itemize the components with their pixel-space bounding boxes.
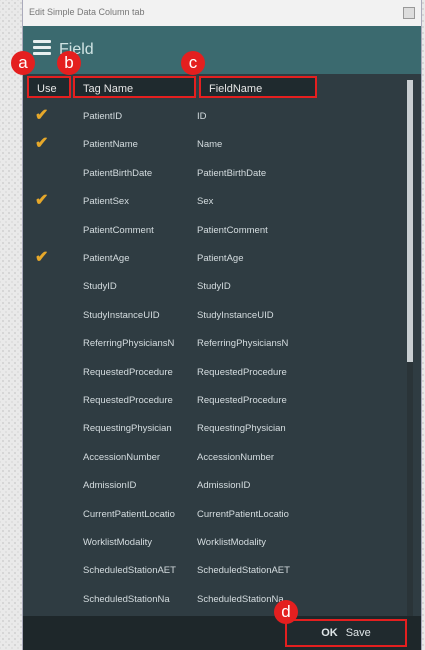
tag-name-cell: RequestedProcedure: [83, 366, 173, 378]
tag-name-cell: PatientBirthDate: [83, 167, 153, 179]
window-close-button[interactable]: [403, 7, 415, 19]
annotation-badge-d: d: [274, 600, 298, 624]
ok-save-button[interactable]: OK Save: [285, 619, 407, 647]
tag-name-cell: StudyID: [83, 281, 117, 293]
tag-name-cell: PatientID: [83, 111, 123, 122]
table-row[interactable]: StudyID StudyID: [29, 274, 407, 300]
field-name-cell[interactable]: Sex: [197, 196, 347, 207]
table-row[interactable]: ✔ PatientID ID: [29, 104, 407, 130]
table-row[interactable]: ScheduledStationAET ScheduledStationAET: [29, 558, 407, 584]
field-name-cell[interactable]: AdmissionID: [197, 480, 347, 491]
save-label: Save: [345, 627, 371, 639]
use-checkbox[interactable]: [35, 277, 53, 295]
field-name-cell[interactable]: ID: [197, 111, 347, 122]
tag-name-cell: RequestingPhysician: [83, 423, 172, 435]
annotation-badge-a: a: [11, 51, 35, 75]
field-name-cell[interactable]: PatientComment: [197, 225, 347, 236]
field-name-cell[interactable]: StudyID: [197, 281, 347, 292]
checkmark-icon: ✔: [35, 249, 49, 266]
field-name-cell[interactable]: RequestedProcedure: [197, 395, 347, 406]
tag-name-cell: ScheduledStationNa: [83, 593, 170, 605]
checkmark-icon: ✔: [35, 107, 49, 124]
table-row[interactable]: ReferringPhysiciansN ReferringPhysiciansN: [29, 331, 407, 357]
use-checkbox[interactable]: [35, 561, 53, 579]
field-name-cell[interactable]: CurrentPatientLocatio: [197, 509, 347, 520]
use-checkbox[interactable]: [35, 334, 53, 352]
use-checkbox[interactable]: [35, 363, 53, 381]
dialog-header: Field: [23, 26, 421, 74]
checkmark-icon: ✔: [35, 192, 49, 210]
checkmark-icon: ✔: [35, 135, 49, 153]
tag-name-cell: AdmissionID: [83, 480, 137, 492]
field-name-cell[interactable]: RequestingPhysician: [197, 423, 347, 434]
use-checkbox[interactable]: [35, 533, 53, 551]
use-checkbox[interactable]: [35, 306, 53, 324]
table-row[interactable]: CurrentPatientLocatio CurrentPatientLocat…: [29, 502, 407, 528]
table-row[interactable]: RequestedProcedure RequestedProcedure: [29, 360, 407, 386]
table-row[interactable]: ✔ PatientName Name: [29, 132, 407, 158]
field-name-cell[interactable]: AccessionNumber: [197, 452, 347, 463]
use-checkbox[interactable]: ✔: [35, 192, 53, 210]
tag-name-cell: PatientName: [83, 139, 138, 151]
field-list: ✔ PatientID ID ✔ PatientName Name PatientBirth…: [29, 104, 407, 616]
tag-name-cell: ReferringPhysiciansN: [83, 338, 175, 350]
use-checkbox[interactable]: [35, 391, 53, 409]
column-header-field-name[interactable]: FieldName: [199, 76, 317, 98]
tag-name-cell: ScheduledStationAET: [83, 565, 176, 577]
column-header-tag-name[interactable]: Tag Name: [73, 76, 196, 98]
tag-name-cell: WorklistModality: [83, 537, 152, 548]
table-row[interactable]: PatientBirthDate PatientBirthDate: [29, 161, 407, 187]
ok-label: OK: [321, 627, 338, 639]
tag-name-cell: CurrentPatientLocatio: [83, 508, 175, 520]
field-name-cell[interactable]: ReferringPhysiciansN: [197, 338, 347, 349]
annotation-badge-c: c: [181, 51, 205, 75]
use-checkbox[interactable]: [35, 590, 53, 608]
table-row[interactable]: ScheduledStationNa ScheduledStationNa: [29, 587, 407, 613]
use-checkbox[interactable]: ✔: [35, 107, 53, 125]
field-editor-window: Edit Simple Data Column tab Field Use Ta…: [22, 0, 422, 650]
table-row[interactable]: StudyInstanceUID StudyInstanceUID: [29, 303, 407, 329]
tag-name-cell: RequestedProcedure: [83, 395, 173, 406]
annotation-badge-b: b: [57, 51, 81, 75]
vertical-scrollbar[interactable]: [407, 80, 413, 616]
dialog-footer: OK Save: [23, 616, 421, 650]
window-title: Edit Simple Data Column tab: [29, 7, 145, 17]
tag-name-cell: PatientSex: [83, 196, 129, 208]
table-row[interactable]: AccessionNumber AccessionNumber: [29, 445, 407, 471]
field-name-cell[interactable]: StudyInstanceUID: [197, 310, 347, 321]
tag-name-cell: PatientComment: [83, 224, 154, 236]
use-checkbox[interactable]: [35, 164, 53, 182]
title-bar: Edit Simple Data Column tab: [23, 0, 421, 27]
field-name-cell[interactable]: ScheduledStationAET: [197, 565, 347, 576]
field-name-cell[interactable]: WorklistModality: [197, 537, 347, 548]
table-row[interactable]: AdmissionID AdmissionID: [29, 473, 407, 499]
tag-name-cell: StudyInstanceUID: [83, 309, 160, 321]
table-row[interactable]: RequestedProcedure RequestedProcedure: [29, 388, 407, 414]
field-name-cell[interactable]: PatientBirthDate: [197, 168, 347, 179]
tag-name-cell: PatientAge: [83, 253, 130, 264]
table-row[interactable]: ✔ PatientSex Sex: [29, 189, 407, 215]
use-checkbox[interactable]: [35, 505, 53, 523]
use-checkbox[interactable]: [35, 221, 53, 239]
use-checkbox[interactable]: [35, 476, 53, 494]
table-row[interactable]: ✔ PatientAge PatientAge: [29, 246, 407, 272]
use-checkbox[interactable]: ✔: [35, 135, 53, 153]
field-name-cell[interactable]: Name: [197, 139, 347, 150]
field-name-cell[interactable]: RequestedProcedure: [197, 367, 347, 378]
hamburger-menu-icon[interactable]: [33, 40, 51, 56]
tag-name-cell: AccessionNumber: [83, 451, 161, 463]
scrollbar-thumb[interactable]: [407, 80, 413, 362]
use-checkbox[interactable]: ✔: [35, 249, 53, 267]
use-checkbox[interactable]: [35, 419, 53, 437]
use-checkbox[interactable]: [35, 448, 53, 466]
field-name-cell[interactable]: ScheduledStationNa: [197, 594, 347, 605]
table-row[interactable]: RequestingPhysician RequestingPhysician: [29, 416, 407, 442]
field-name-cell[interactable]: PatientAge: [197, 253, 347, 264]
table-row[interactable]: WorklistModality WorklistModality: [29, 530, 407, 556]
column-header-use[interactable]: Use: [27, 76, 71, 98]
table-row[interactable]: PatientComment PatientComment: [29, 218, 407, 244]
